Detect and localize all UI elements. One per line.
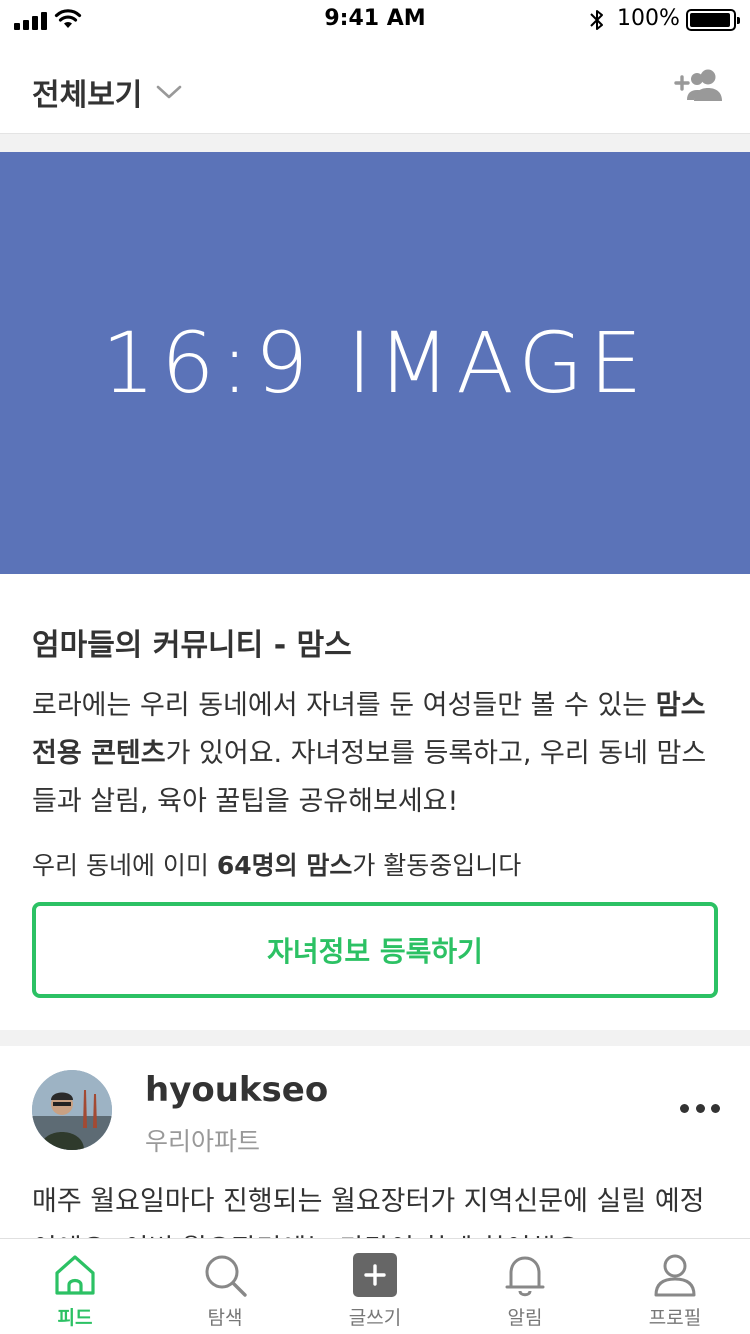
tab-profile[interactable]: 프로필 bbox=[600, 1239, 750, 1334]
tab-explore[interactable]: 탐색 bbox=[150, 1239, 300, 1334]
add-user-icon[interactable] bbox=[674, 68, 724, 104]
plus-icon bbox=[353, 1253, 397, 1297]
register-child-button[interactable]: 자녀정보 등록하기 bbox=[32, 902, 718, 998]
status-bar: 9:41 AM 100% bbox=[0, 0, 750, 40]
tab-write[interactable]: 글쓰기 bbox=[300, 1239, 450, 1334]
header-title: 전체보기 bbox=[32, 78, 143, 113]
search-icon bbox=[205, 1255, 247, 1297]
chevron-down-icon bbox=[157, 85, 182, 99]
post-body: 매주 월요일마다 진행되는 월요장터가 지역신문에 실릴 예정이에요. 이번 월… bbox=[32, 1186, 705, 1246]
view-all-dropdown[interactable]: 전체보기 bbox=[32, 70, 182, 114]
more-options-icon[interactable] bbox=[680, 1104, 720, 1116]
intro-member-count: 우리 동네에 이미 64명의 맘스가 활동중입니다 bbox=[32, 851, 522, 880]
tab-feed[interactable]: 피드 bbox=[0, 1239, 150, 1334]
feed-post: hyoukseo 우리아파트 매주 월요일마다 진행되는 월요장터가 지역신문에… bbox=[0, 1046, 750, 1246]
tab-label-feed: 피드 bbox=[57, 1307, 93, 1329]
battery-icon bbox=[686, 9, 740, 31]
post-username[interactable]: hyoukseo bbox=[145, 1070, 328, 1110]
battery-percentage: 100% bbox=[617, 6, 680, 31]
post-location: 우리아파트 bbox=[145, 1127, 261, 1156]
tab-notifications[interactable]: 알림 bbox=[450, 1239, 600, 1334]
bottom-tab-bar: 피드 탐색 글쓰기 알림 프로필 bbox=[0, 1238, 750, 1334]
hero-image-label: 16:9 IMAGE bbox=[101, 314, 649, 412]
tab-label-write: 글쓰기 bbox=[348, 1307, 402, 1329]
hero-image: 16:9 IMAGE bbox=[0, 152, 750, 574]
profile-icon bbox=[654, 1254, 696, 1297]
avatar[interactable] bbox=[32, 1070, 112, 1150]
tab-label-profile: 프로필 bbox=[648, 1307, 702, 1329]
home-icon bbox=[55, 1255, 95, 1295]
intro-title: 엄마들의 커뮤니티 - 맘스 bbox=[32, 628, 352, 663]
bell-icon bbox=[505, 1256, 545, 1297]
header: 전체보기 bbox=[0, 40, 750, 134]
tab-label-notifications: 알림 bbox=[507, 1307, 543, 1329]
bluetooth-icon bbox=[590, 10, 603, 30]
tab-label-explore: 탐색 bbox=[207, 1307, 243, 1329]
moms-intro-card: 엄마들의 커뮤니티 - 맘스 로라에는 우리 동네에서 자녀를 둔 여성들만 볼… bbox=[0, 574, 750, 1030]
intro-description: 로라에는 우리 동네에서 자녀를 둔 여성들만 볼 수 있는 맘스 전용 콘텐츠… bbox=[32, 690, 707, 817]
